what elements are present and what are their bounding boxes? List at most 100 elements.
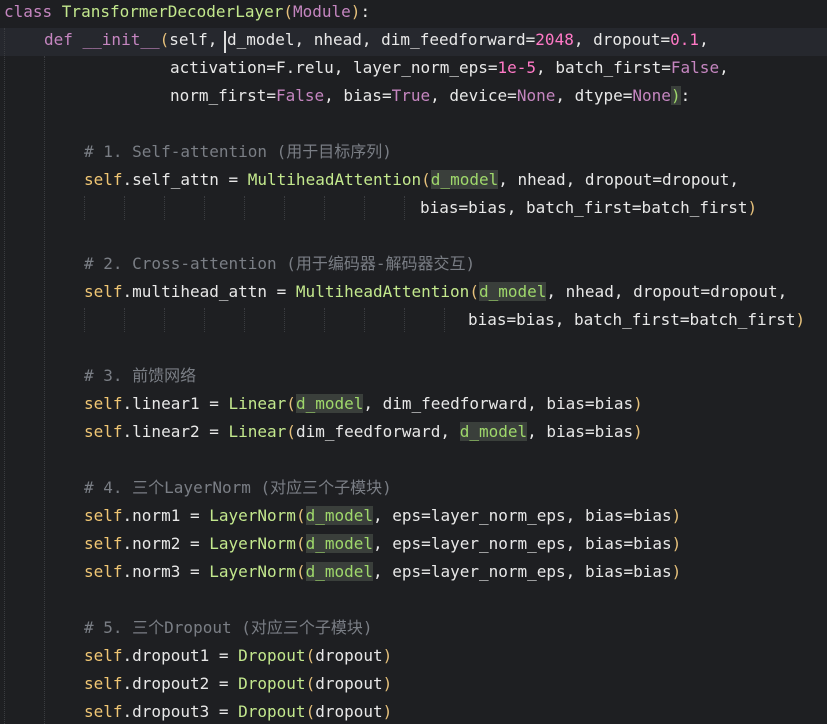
indent-guide: [284, 308, 285, 332]
code-line[interactable]: norm_first=False, bias=True, device=None…: [170, 82, 690, 110]
code-token: LayerNorm: [209, 506, 296, 525]
code-token: class: [4, 2, 62, 21]
code-token: .multihead_attn =: [122, 282, 296, 301]
code-token: 1e-5: [497, 58, 537, 77]
indent-guide: [164, 308, 165, 332]
code-token: self: [84, 674, 123, 693]
code-token: :: [680, 86, 691, 105]
code-token: , eps=layer_norm_eps, bias=bias: [373, 506, 672, 525]
code-token: 2048: [535, 30, 574, 49]
code-editor[interactable]: class TransformerDecoderLayer(Module): de…: [0, 0, 827, 724]
code-line[interactable]: self.norm1 = LayerNorm(d_model, eps=laye…: [84, 502, 681, 530]
code-line[interactable]: # 4. 三个LayerNorm (对应三个子模块): [84, 474, 392, 502]
code-token: (: [421, 170, 431, 189]
code-line[interactable]: self.norm3 = LayerNorm(d_model, eps=laye…: [84, 558, 681, 586]
code-token: __init__: [82, 30, 160, 49]
code-line[interactable]: self.multihead_attn = MultiheadAttention…: [84, 278, 787, 306]
code-token: d_model: [295, 394, 364, 413]
code-token: (: [286, 422, 296, 441]
code-token: self: [84, 282, 123, 301]
indent-guide: [164, 196, 165, 220]
code-token: # 2. Cross-attention (用于编码器-解码器交互): [84, 254, 476, 273]
code-line[interactable]: bias=bias, batch_first=batch_first): [420, 194, 757, 222]
code-token: ): [671, 562, 682, 581]
code-token: ): [671, 506, 682, 525]
code-line[interactable]: class TransformerDecoderLayer(Module):: [4, 0, 370, 26]
code-token: ): [633, 394, 643, 413]
code-token: self: [84, 170, 123, 189]
code-token: False: [275, 86, 325, 105]
code-token: ,: [699, 30, 709, 49]
code-token: (: [295, 534, 306, 553]
code-line[interactable]: self.norm2 = LayerNorm(d_model, eps=laye…: [84, 530, 681, 558]
indent-guide: [404, 196, 405, 220]
code-token: (: [305, 674, 316, 693]
code-token: ): [795, 310, 806, 329]
code-token: , eps=layer_norm_eps, bias=bias: [373, 562, 672, 581]
indent-guide: [84, 196, 85, 220]
code-token: Linear: [228, 422, 287, 441]
code-token: activation=F.relu, layer_norm_eps=: [170, 58, 498, 77]
code-token: self: [84, 534, 123, 553]
code-line[interactable]: # 1. Self-attention (用于目标序列): [84, 138, 392, 166]
code-line[interactable]: # 2. Cross-attention (用于编码器-解码器交互): [84, 250, 475, 278]
code-token: d_model: [227, 30, 295, 49]
code-line[interactable]: activation=F.relu, layer_norm_eps=1e-5, …: [170, 54, 729, 82]
indent-guide: [204, 196, 205, 220]
code-token: , eps=layer_norm_eps, bias=bias: [373, 534, 672, 553]
code-line[interactable]: self.dropout3 = Dropout(dropout): [84, 698, 392, 724]
code-token: False: [670, 58, 720, 77]
code-token: , nhead, dropout=dropout,: [498, 170, 740, 189]
indent-guide: [124, 196, 125, 220]
code-line[interactable]: self.dropout1 = Dropout(dropout): [84, 642, 392, 670]
code-line[interactable]: # 5. 三个Dropout (对应三个子模块): [84, 614, 373, 642]
code-token: d_model: [478, 282, 547, 301]
code-token: .norm1 =: [122, 506, 210, 525]
code-token: ): [382, 702, 393, 721]
code-token: norm_first=: [170, 86, 276, 105]
indent-guide: [284, 196, 285, 220]
code-token: .dropout2 =: [122, 674, 239, 693]
code-token: .linear2 =: [122, 422, 229, 441]
code-line[interactable]: self.dropout2 = Dropout(dropout): [84, 670, 392, 698]
code-token: , bias=bias: [527, 422, 634, 441]
indent-guide: [244, 308, 245, 332]
code-line[interactable]: self.linear1 = Linear(d_model, dim_feedf…: [84, 390, 643, 418]
code-token: .norm2 =: [122, 534, 210, 553]
code-token: (: [286, 394, 296, 413]
indent-guide: [84, 308, 85, 332]
code-line[interactable]: self.self_attn = MultiheadAttention(d_mo…: [84, 166, 739, 194]
indent-guide: [4, 28, 5, 724]
indent-guide: [444, 308, 445, 332]
indent-guide: [44, 56, 45, 724]
code-token: LayerNorm: [209, 562, 296, 581]
code-line[interactable]: def __init__(self, d_model, nhead, dim_f…: [44, 26, 709, 54]
code-line[interactable]: bias=bias, batch_first=batch_first): [468, 306, 805, 334]
code-token: (: [295, 506, 306, 525]
code-token: .dropout1 =: [122, 646, 239, 665]
code-token: , nhead, dropout=dropout,: [546, 282, 788, 301]
code-token: , bias=: [324, 86, 392, 105]
code-token: ): [382, 646, 393, 665]
code-token: bias=bias, batch_first=batch_first: [420, 198, 748, 217]
code-line[interactable]: self.linear2 = Linear(dim_feedforward, d…: [84, 418, 643, 446]
code-token: Dropout: [238, 702, 306, 721]
indent-guide: [324, 196, 325, 220]
code-token: self: [84, 562, 123, 581]
code-token: (: [295, 562, 306, 581]
code-token: self: [84, 702, 123, 721]
code-token: self: [84, 422, 123, 441]
code-token: def: [44, 30, 83, 49]
code-token: MultiheadAttention: [295, 282, 470, 301]
code-token: ): [350, 2, 361, 21]
code-token: Dropout: [238, 646, 306, 665]
code-token: (: [469, 282, 479, 301]
code-token: MultiheadAttention: [247, 170, 422, 189]
code-token: ): [670, 86, 681, 105]
code-line[interactable]: # 3. 前馈网络: [84, 362, 196, 390]
code-token: ): [671, 534, 682, 553]
code-token: d_model: [305, 534, 374, 553]
code-token: Module: [293, 2, 351, 21]
code-token: .self_attn =: [122, 170, 248, 189]
code-token: ): [633, 422, 643, 441]
